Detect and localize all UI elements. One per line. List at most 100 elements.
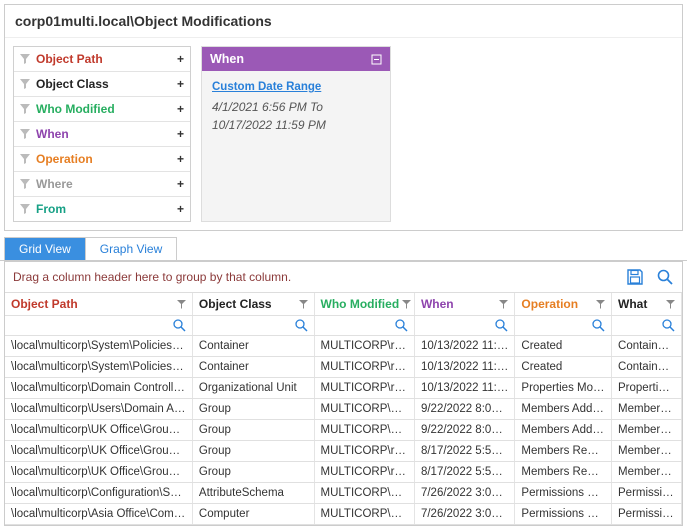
filter-label: Who Modified xyxy=(36,102,177,116)
col-search-2[interactable] xyxy=(315,316,415,335)
table-row[interactable]: \local\multicorp\UK Office\Groups\St... … xyxy=(5,462,682,483)
filter-row-where[interactable]: Where + xyxy=(14,172,190,197)
table-row[interactable]: \local\multicorp\Users\Domain Admins Gro… xyxy=(5,399,682,420)
cell-class: Container xyxy=(193,357,315,377)
cell-what: Permissions M... xyxy=(612,504,682,524)
col-header-when[interactable]: When xyxy=(415,293,515,315)
cell-class: Group xyxy=(193,399,315,419)
cell-what: Members Re... xyxy=(612,462,682,482)
save-icon[interactable] xyxy=(626,268,644,286)
filter-row-operation[interactable]: Operation + xyxy=(14,147,190,172)
when-card: When Custom Date Range 4/1/2021 6:56 PM … xyxy=(201,46,391,222)
filter-row-object-path[interactable]: Object Path + xyxy=(14,47,190,72)
cell-when: 7/26/2022 3:07:19 xyxy=(415,483,515,503)
table-row[interactable]: \local\multicorp\UK Office\Groups\UK... … xyxy=(5,441,682,462)
plus-icon[interactable]: + xyxy=(177,177,184,191)
plus-icon[interactable]: + xyxy=(177,127,184,141)
cell-who: MULTICORP\Adn... xyxy=(315,420,415,440)
table-row[interactable]: \local\multicorp\Configuration\Schem... … xyxy=(5,483,682,504)
col-search-5[interactable] xyxy=(612,316,682,335)
tab-grid-view[interactable]: Grid View xyxy=(4,237,86,260)
cell-class: Container xyxy=(193,336,315,356)
cell-who: MULTICORP\russ xyxy=(315,336,415,356)
magnifier-icon[interactable] xyxy=(395,319,408,332)
col-search-1[interactable] xyxy=(193,316,315,335)
date-range-line2: 10/17/2022 11:59 PM xyxy=(212,116,380,134)
cell-class: Group xyxy=(193,462,315,482)
cell-operation: Permissions Modified xyxy=(515,504,612,524)
table-row[interactable]: \local\multicorp\Asia Office\Computer...… xyxy=(5,504,682,525)
filter-row-object-class[interactable]: Object Class + xyxy=(14,72,190,97)
cell-who: MULTICORP\Adn... xyxy=(315,504,415,524)
cell-when: 8/17/2022 5:52:13 xyxy=(415,441,515,461)
funnel-icon xyxy=(20,154,30,164)
cell-class: Computer xyxy=(193,504,315,524)
date-range-line1: 4/1/2021 6:56 PM To xyxy=(212,98,380,116)
col-header-object-path[interactable]: Object Path xyxy=(5,293,193,315)
cell-path: \local\multicorp\Configuration\Schem... xyxy=(5,483,193,503)
magnifier-icon[interactable] xyxy=(173,319,186,332)
plus-icon[interactable]: + xyxy=(177,152,184,166)
cell-who: MULTICORP\russ... xyxy=(315,378,415,398)
plus-icon[interactable]: + xyxy=(177,202,184,216)
plus-icon[interactable]: + xyxy=(177,77,184,91)
sort-icon[interactable] xyxy=(596,300,605,309)
cell-operation: Members Added xyxy=(515,399,612,419)
plus-icon[interactable]: + xyxy=(177,52,184,66)
filter-row-who-modified[interactable]: Who Modified + xyxy=(14,97,190,122)
cell-class: Group xyxy=(193,420,315,440)
magnifier-icon[interactable] xyxy=(295,319,308,332)
sort-icon[interactable] xyxy=(402,300,411,309)
magnifier-icon[interactable] xyxy=(592,319,605,332)
cell-operation: Members Added xyxy=(515,420,612,440)
cell-path: \local\multicorp\UK Office\Groups\Sal... xyxy=(5,420,193,440)
table-row[interactable]: \local\multicorp\UK Office\Groups\Sal...… xyxy=(5,420,682,441)
col-header-operation[interactable]: Operation xyxy=(515,293,612,315)
col-search-4[interactable] xyxy=(515,316,612,335)
filter-label: Where xyxy=(36,177,177,191)
cell-operation: Members Removed xyxy=(515,462,612,482)
table-row[interactable]: \local\multicorp\System\Policies\{05B...… xyxy=(5,357,682,378)
cell-class: Organizational Unit xyxy=(193,378,315,398)
cell-who: MULTICORP\Adn... xyxy=(315,483,415,503)
cell-what: Container Cr... xyxy=(612,357,682,377)
cell-operation: Created xyxy=(515,357,612,377)
cell-who: MULTICORP\Adn... xyxy=(315,399,415,419)
cell-operation: Properties Modified xyxy=(515,378,612,398)
search-icon[interactable] xyxy=(656,268,674,286)
table-row[interactable]: \local\multicorp\Domain Controllers Orga… xyxy=(5,378,682,399)
cell-when: 9/22/2022 8:01:33 xyxy=(415,399,515,419)
sort-icon[interactable] xyxy=(666,300,675,309)
magnifier-icon[interactable] xyxy=(662,319,675,332)
sort-icon[interactable] xyxy=(499,300,508,309)
sort-icon[interactable] xyxy=(299,300,308,309)
date-range-link[interactable]: Custom Date Range xyxy=(212,79,380,96)
filter-row-when[interactable]: When + xyxy=(14,122,190,147)
table-row[interactable]: \local\multicorp\System\Policies\{05B...… xyxy=(5,336,682,357)
collapse-icon[interactable] xyxy=(371,54,382,65)
cell-what: Container Cr... xyxy=(612,336,682,356)
col-search-0[interactable] xyxy=(5,316,193,335)
funnel-icon xyxy=(20,179,30,189)
sort-icon[interactable] xyxy=(177,300,186,309)
col-header-what[interactable]: What xyxy=(612,293,682,315)
funnel-icon xyxy=(20,79,30,89)
cell-what: Members Adc... xyxy=(612,420,682,440)
cell-path: \local\multicorp\System\Policies\{05B... xyxy=(5,357,193,377)
filter-list: Object Path + Object Class + Who Modifie… xyxy=(13,46,191,222)
funnel-icon xyxy=(20,54,30,64)
col-search-3[interactable] xyxy=(415,316,515,335)
cell-who: MULTICORP\russ xyxy=(315,357,415,377)
cell-what: Members Adc... xyxy=(612,399,682,419)
filter-label: Object Class xyxy=(36,77,177,91)
filter-label: When xyxy=(36,127,177,141)
col-header-object-class[interactable]: Object Class xyxy=(193,293,315,315)
tab-graph-view[interactable]: Graph View xyxy=(85,237,177,260)
filter-label: From xyxy=(36,202,177,216)
plus-icon[interactable]: + xyxy=(177,102,184,116)
col-header-who-modified[interactable]: Who Modified xyxy=(315,293,415,315)
cell-path: \local\multicorp\UK Office\Groups\St... xyxy=(5,462,193,482)
filter-row-from[interactable]: From + xyxy=(14,197,190,221)
cell-when: 10/13/2022 11:34: xyxy=(415,357,515,377)
magnifier-icon[interactable] xyxy=(495,319,508,332)
